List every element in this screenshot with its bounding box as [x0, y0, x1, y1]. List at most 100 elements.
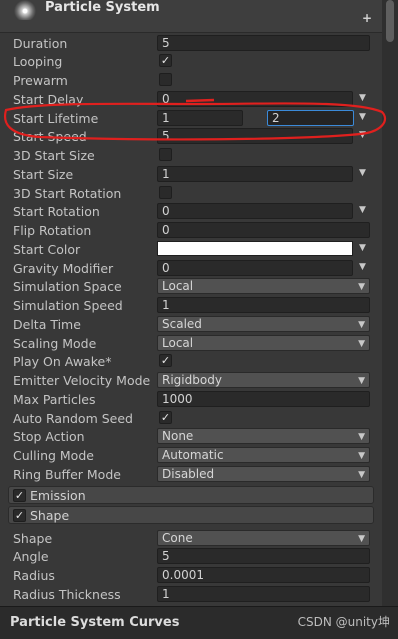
- radius-label: Radius: [13, 568, 55, 583]
- shape-type-value: Cone: [162, 531, 193, 545]
- duration-field[interactable]: 5: [157, 35, 370, 51]
- shape-section-label: Shape: [30, 508, 70, 523]
- emitter-velocity-mode-value: Rigidbody: [162, 373, 222, 387]
- section-shape[interactable]: ✓ Shape: [8, 506, 374, 524]
- row-3d-start-size: 3D Start Size: [0, 146, 382, 165]
- start-speed-mode-dropdown-icon[interactable]: ▼: [359, 130, 366, 140]
- scaling-mode-label: Scaling Mode: [13, 336, 97, 351]
- looping-checkbox[interactable]: ✓: [159, 54, 172, 67]
- start-color-label: Start Color: [13, 242, 81, 257]
- start-lifetime-min-field[interactable]: 1: [157, 110, 243, 126]
- start-speed-field[interactable]: 5: [157, 128, 353, 144]
- start-speed-label: Start Speed: [13, 129, 87, 144]
- max-particles-label: Max Particles: [13, 392, 96, 407]
- curves-panel-title: Particle System Curves: [10, 615, 180, 630]
- row-duration: Duration 5: [0, 34, 382, 53]
- start-lifetime-mode-dropdown-icon[interactable]: ▼: [359, 112, 366, 122]
- gravity-modifier-field[interactable]: 0: [157, 260, 353, 276]
- start-delay-mode-dropdown-icon[interactable]: ▼: [359, 93, 366, 103]
- component-header[interactable]: Particle System +: [0, 0, 382, 33]
- 3d-start-size-label: 3D Start Size: [13, 148, 95, 163]
- row-prewarm: Prewarm: [0, 71, 382, 90]
- start-size-mode-dropdown-icon[interactable]: ▼: [359, 168, 366, 178]
- row-simulation-speed: Simulation Speed 1: [0, 296, 382, 315]
- plus-icon[interactable]: +: [362, 11, 372, 25]
- radius-thickness-label: Radius Thickness: [13, 587, 121, 602]
- component-title: Particle System: [45, 0, 160, 15]
- auto-random-seed-checkbox[interactable]: ✓: [159, 411, 172, 424]
- culling-mode-dropdown[interactable]: Automatic ▼: [157, 447, 370, 463]
- 3d-start-rotation-label: 3D Start Rotation: [13, 186, 122, 201]
- 3d-start-size-checkbox[interactable]: [159, 148, 172, 161]
- chevron-down-icon: ▼: [358, 282, 365, 292]
- row-delta-time: Delta Time Scaled ▼: [0, 315, 382, 334]
- start-delay-label: Start Delay: [13, 92, 84, 107]
- scaling-mode-dropdown[interactable]: Local ▼: [157, 335, 370, 351]
- row-flip-rotation: Flip Rotation 0: [0, 221, 382, 240]
- start-rotation-field[interactable]: 0: [157, 203, 353, 219]
- row-start-size: Start Size 1 ▼: [0, 165, 382, 184]
- ring-buffer-mode-dropdown[interactable]: Disabled ▼: [157, 466, 370, 482]
- delta-time-label: Delta Time: [13, 317, 81, 332]
- chevron-down-icon: ▼: [358, 470, 365, 480]
- play-on-awake-label: Play On Awake*: [13, 354, 112, 369]
- flip-rotation-field[interactable]: 0: [157, 222, 370, 238]
- angle-field[interactable]: 5: [157, 548, 370, 564]
- scrollbar[interactable]: [382, 0, 398, 606]
- simulation-space-label: Simulation Space: [13, 279, 122, 294]
- duration-label: Duration: [13, 36, 68, 51]
- row-start-rotation: Start Rotation 0 ▼: [0, 202, 382, 221]
- shape-type-label: Shape: [13, 531, 53, 546]
- row-looping: Looping ✓: [0, 52, 382, 71]
- row-radius-thickness: Radius Thickness 1: [0, 585, 382, 604]
- gravity-modifier-label: Gravity Modifier: [13, 261, 114, 276]
- row-start-color: Start Color ▼: [0, 240, 382, 259]
- delta-time-value: Scaled: [162, 317, 202, 331]
- start-delay-field[interactable]: 0: [157, 91, 353, 107]
- radius-thickness-field[interactable]: 1: [157, 586, 370, 602]
- scrollbar-thumb[interactable]: [386, 0, 394, 42]
- max-particles-field[interactable]: 1000: [157, 391, 370, 407]
- start-rotation-label: Start Rotation: [13, 204, 100, 219]
- chevron-down-icon: ▼: [358, 534, 365, 544]
- culling-mode-label: Culling Mode: [13, 448, 94, 463]
- prewarm-checkbox[interactable]: [159, 73, 172, 86]
- shape-type-dropdown[interactable]: Cone ▼: [157, 530, 370, 546]
- auto-random-seed-label: Auto Random Seed: [13, 411, 133, 426]
- row-auto-random-seed: Auto Random Seed ✓: [0, 409, 382, 428]
- start-lifetime-label: Start Lifetime: [13, 111, 99, 126]
- start-color-mode-dropdown-icon[interactable]: ▼: [359, 243, 366, 253]
- start-lifetime-max-field[interactable]: 2: [267, 110, 354, 126]
- particle-system-curves-panel[interactable]: Particle System Curves CSDN @unity坤: [0, 606, 398, 639]
- section-emission[interactable]: ✓ Emission: [8, 486, 374, 504]
- emission-enabled-checkbox[interactable]: ✓: [13, 489, 26, 502]
- shape-enabled-checkbox[interactable]: ✓: [13, 509, 26, 522]
- stop-action-label: Stop Action: [13, 429, 85, 444]
- row-emitter-velocity-mode: Emitter Velocity Mode Rigidbody ▼: [0, 371, 382, 390]
- play-on-awake-checkbox[interactable]: ✓: [159, 354, 172, 367]
- delta-time-dropdown[interactable]: Scaled ▼: [157, 316, 370, 332]
- simulation-speed-field[interactable]: 1: [157, 297, 370, 313]
- gravity-modifier-mode-dropdown-icon[interactable]: ▼: [359, 262, 366, 272]
- start-rotation-mode-dropdown-icon[interactable]: ▼: [359, 205, 366, 215]
- chevron-down-icon: ▼: [358, 376, 365, 386]
- radius-field[interactable]: 0.0001: [157, 567, 370, 583]
- prewarm-label: Prewarm: [13, 73, 68, 88]
- simulation-speed-label: Simulation Speed: [13, 298, 123, 313]
- ring-buffer-mode-value: Disabled: [162, 467, 215, 481]
- stop-action-dropdown[interactable]: None ▼: [157, 428, 370, 444]
- row-max-particles: Max Particles 1000: [0, 390, 382, 409]
- row-start-speed: Start Speed 5 ▼: [0, 127, 382, 146]
- angle-label: Angle: [13, 549, 49, 564]
- start-color-swatch[interactable]: [157, 241, 353, 256]
- row-gravity-modifier: Gravity Modifier 0 ▼: [0, 259, 382, 278]
- start-size-label: Start Size: [13, 167, 74, 182]
- row-3d-start-rotation: 3D Start Rotation: [0, 184, 382, 203]
- start-size-field[interactable]: 1: [157, 166, 353, 182]
- simulation-space-dropdown[interactable]: Local ▼: [157, 278, 370, 294]
- row-start-lifetime: Start Lifetime 1 2 ▼: [0, 109, 382, 128]
- emitter-velocity-mode-dropdown[interactable]: Rigidbody ▼: [157, 372, 370, 388]
- row-simulation-space: Simulation Space Local ▼: [0, 277, 382, 296]
- row-ring-buffer-mode: Ring Buffer Mode Disabled ▼: [0, 465, 382, 484]
- 3d-start-rotation-checkbox[interactable]: [159, 186, 172, 199]
